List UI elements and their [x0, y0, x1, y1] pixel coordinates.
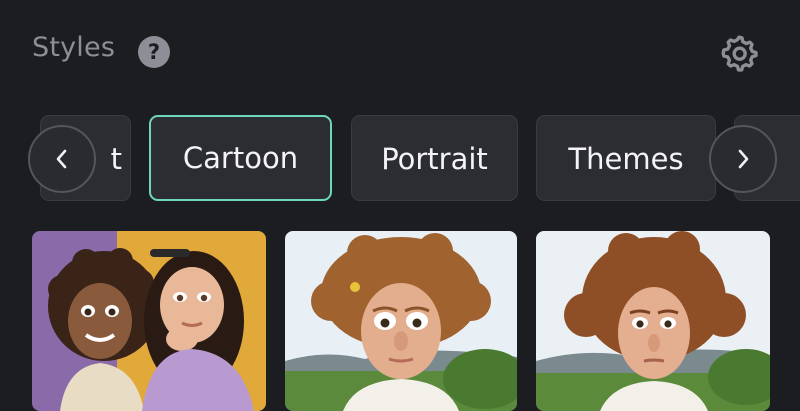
styles-title: Styles: [32, 32, 116, 63]
tab-cartoon[interactable]: Cartoon: [149, 115, 332, 201]
gear-icon[interactable]: [719, 33, 759, 73]
thumbnail-image: [285, 231, 517, 411]
thumbnail-cartoon-curly-man-flower[interactable]: [285, 231, 517, 411]
help-icon[interactable]: ?: [138, 36, 170, 68]
tab-portrait[interactable]: Portrait: [351, 115, 518, 201]
tab-label: Cartoon: [182, 141, 299, 175]
thumbnail-image: [32, 231, 266, 411]
tab-themes[interactable]: Themes: [536, 115, 716, 201]
style-tabs: t Cartoon Portrait Themes: [0, 115, 800, 203]
chevron-right-icon: [738, 149, 749, 169]
thumbnail-cartoon-curly-man[interactable]: [536, 231, 770, 411]
prev-button[interactable]: [28, 125, 96, 193]
thumbnail-cartoon-two-girls[interactable]: [32, 231, 266, 411]
thumbnail-image: [536, 231, 770, 411]
next-button[interactable]: [709, 125, 777, 193]
tab-label: Portrait: [381, 142, 488, 176]
chevron-left-icon: [56, 149, 67, 169]
tab-label: t: [110, 142, 122, 176]
tab-label: Themes: [568, 142, 684, 176]
